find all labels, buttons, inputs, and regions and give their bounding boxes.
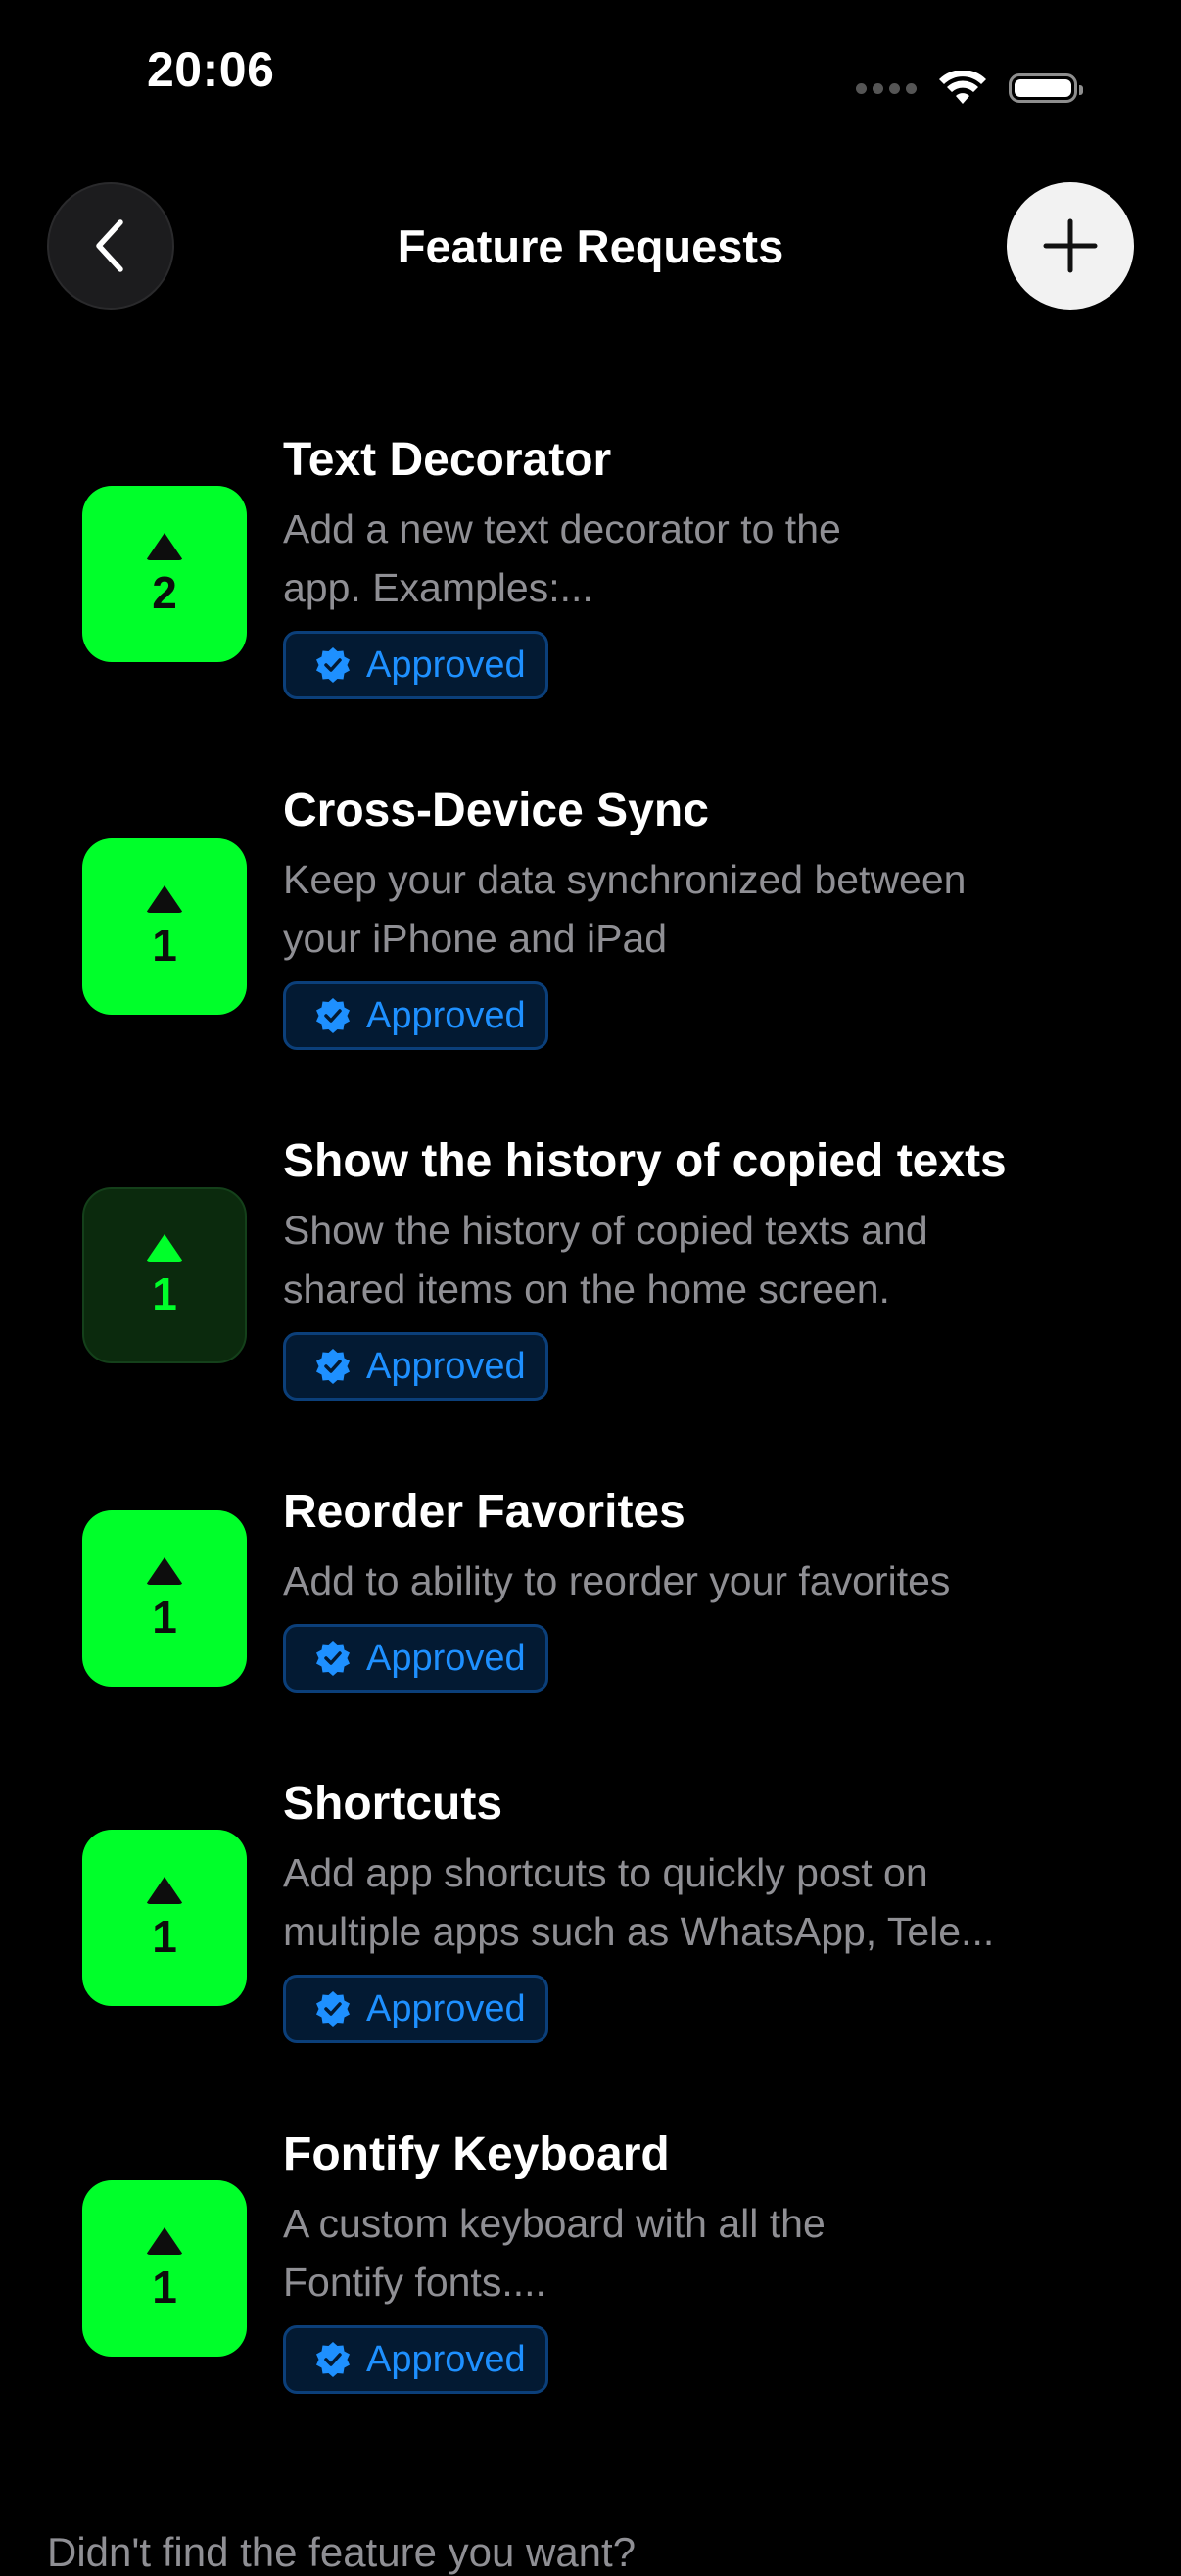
wifi-icon [939,71,986,104]
upvote-arrow-icon [146,533,183,560]
status-badge: Approved [283,631,548,699]
feature-text: Text Decorator Add a new text decorator … [283,431,1106,699]
upvote-button[interactable]: 1 [82,838,247,1015]
page-title: Feature Requests [397,220,784,272]
add-feature-button[interactable] [1007,182,1134,310]
status-icons [856,71,1083,106]
plus-icon [1043,218,1098,273]
status-badge: Approved [283,1332,548,1401]
feature-description: Show the history of copied texts and sha… [283,1208,928,1312]
upvote-arrow-icon [146,885,183,913]
footer-prompt: Didn't find the feature you want? [47,2529,637,2575]
upvote-arrow-icon [146,1557,183,1585]
verified-badge-icon [316,998,350,1033]
status-bar: 20:06 [0,0,1181,147]
verified-badge-icon [316,1349,350,1384]
feature-description: Add a new text decorator to the app. Exa… [283,506,841,610]
verified-badge-icon [316,647,350,683]
status-label: Approved [366,644,526,686]
feature-description: Add app shortcuts to quickly post on mul… [283,1850,995,1954]
feature-title: Text Decorator [283,434,612,486]
status-badge: Approved [283,1624,548,1693]
status-label: Approved [366,2338,526,2380]
battery-icon [1009,73,1083,103]
feature-description: Keep your data synchronized between your… [283,857,967,961]
vote-count: 1 [152,2262,177,2313]
status-label: Approved [366,1987,526,2029]
feature-title: Fontify Keyboard [283,2128,670,2180]
status-badge: Approved [283,2325,548,2394]
status-time: 20:06 [147,42,275,97]
upvote-button[interactable]: 1 [82,1830,247,2006]
upvote-button[interactable]: 2 [82,486,247,662]
feature-title: Cross-Device Sync [283,785,709,836]
feature-title: Shortcuts [283,1778,503,1830]
upvote-button[interactable]: 1 [82,2180,247,2357]
feature-text: Show the history of copied texts Show th… [283,1132,1106,1401]
feature-text: Reorder Favorites Add to ability to reor… [283,1483,1106,1693]
verified-badge-icon [316,1641,350,1676]
upvote-arrow-icon [146,2227,183,2255]
vote-count: 1 [152,920,177,971]
feature-title: Show the history of copied texts [283,1135,1007,1187]
feature-text: Fontify Keyboard A custom keyboard with … [283,2125,1106,2394]
feature-text: Shortcuts Add app shortcuts to quickly p… [283,1775,1106,2043]
upvote-button[interactable]: 1 [82,1510,247,1687]
vote-count: 1 [152,1911,177,1962]
vote-count: 1 [152,1268,177,1319]
upvote-arrow-icon [146,1234,183,1262]
status-label: Approved [366,1345,526,1387]
vote-count: 1 [152,1592,177,1643]
feature-text: Cross-Device Sync Keep your data synchro… [283,782,1106,1050]
verified-badge-icon [316,2342,350,2377]
feature-description: Add to ability to reorder your favorites [283,1558,951,1603]
status-label: Approved [366,994,526,1036]
status-badge: Approved [283,981,548,1050]
verified-badge-icon [316,1991,350,2027]
status-badge: Approved [283,1975,548,2043]
cellular-signal-icon [856,82,917,94]
vote-count: 2 [152,567,177,618]
feature-title: Reorder Favorites [283,1486,685,1538]
upvote-button[interactable]: 1 [82,1187,247,1363]
feature-description: A custom keyboard with all the Fontify f… [283,2201,826,2305]
status-label: Approved [366,1637,526,1679]
nav-bar: Feature Requests [0,180,1181,311]
upvote-arrow-icon [146,1877,183,1904]
